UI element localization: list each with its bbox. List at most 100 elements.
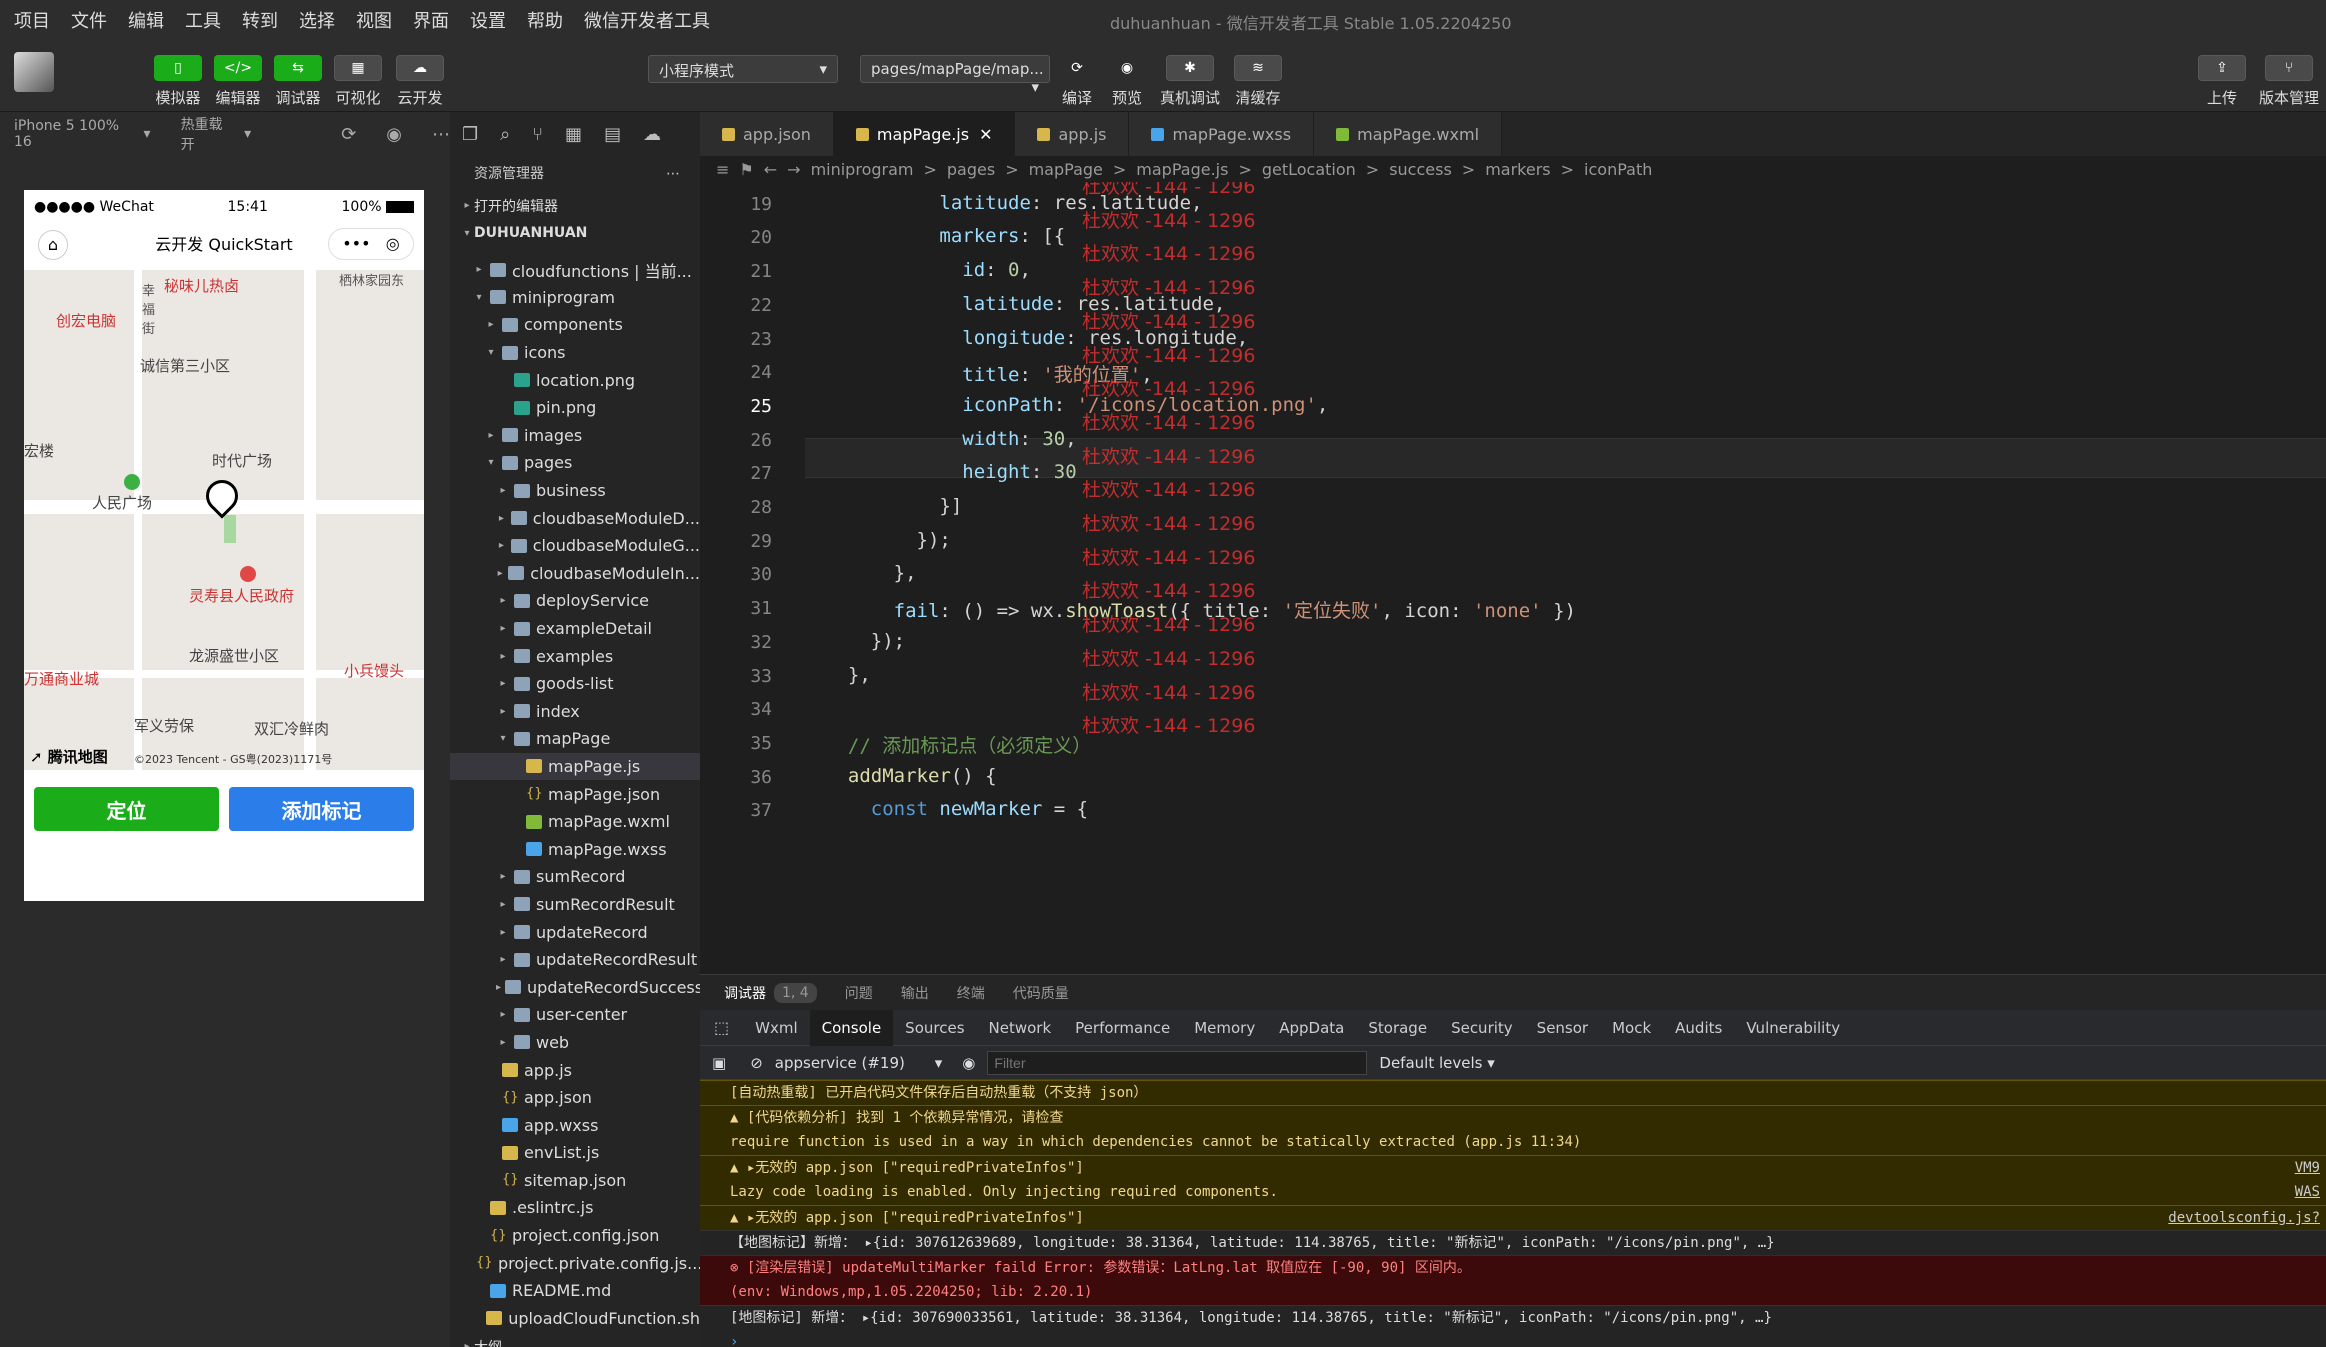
- issue-count-badge[interactable]: 1, 4: [774, 982, 817, 1003]
- search-icon[interactable]: ⌕: [500, 124, 510, 145]
- file-item[interactable]: pin.png: [450, 394, 700, 422]
- folder-item[interactable]: ▸ sumRecord: [450, 863, 700, 891]
- avatar[interactable]: [14, 52, 54, 92]
- folder-item[interactable]: ▸ cloudfunctions | 当前...: [450, 256, 700, 284]
- menu-item[interactable]: 微信开发者工具: [584, 7, 710, 33]
- eye-icon[interactable]: ◉: [962, 1054, 975, 1072]
- file-item[interactable]: {} project.config.json: [450, 1222, 700, 1250]
- mode-select[interactable]: 小程序模式 ▾: [648, 55, 838, 83]
- folder-item[interactable]: ▸ cloudbaseModuleD...: [450, 504, 700, 532]
- source-link[interactable]: VM9: [2295, 1156, 2320, 1180]
- menu-item[interactable]: 转到: [242, 7, 278, 33]
- source-link[interactable]: devtoolsconfig.js?: [2168, 1206, 2320, 1230]
- folder-item[interactable]: ▸ deployService: [450, 587, 700, 615]
- devtools-tab[interactable]: Console: [809, 1009, 894, 1046]
- list-icon[interactable]: ≡: [716, 160, 729, 179]
- folder-item[interactable]: ▸ exampleDetail: [450, 615, 700, 643]
- breadcrumb-item[interactable]: getLocation: [1262, 160, 1356, 179]
- folder-item[interactable]: ▾ pages: [450, 449, 700, 477]
- devtools-tab[interactable]: Sensor: [1525, 1010, 1600, 1046]
- menu-item[interactable]: 界面: [413, 7, 449, 33]
- devtools-tab[interactable]: Network: [977, 1010, 1064, 1046]
- project-root[interactable]: ▾ DUHUANHUAN: [450, 220, 700, 248]
- debug-tab[interactable]: 问题: [845, 983, 873, 1003]
- more-icon[interactable]: ⋯: [666, 156, 680, 192]
- outline-section[interactable]: ▸大纲: [460, 1333, 502, 1347]
- version-button[interactable]: ⑂ 版本管理: [2256, 55, 2322, 108]
- cloud-button[interactable]: ☁ 云开发: [390, 55, 450, 108]
- file-item[interactable]: uploadCloudFunction.sh: [450, 1305, 700, 1333]
- devtools-tab[interactable]: Sources: [893, 1010, 976, 1046]
- page-select[interactable]: pages/mapPage/map... ▾: [860, 55, 1050, 96]
- tab-app-json[interactable]: app.json: [700, 112, 834, 156]
- hotreload-toggle[interactable]: 热重载 开: [181, 114, 241, 154]
- folder-item[interactable]: ▸ updateRecord: [450, 918, 700, 946]
- extensions-icon[interactable]: ▦: [565, 124, 582, 145]
- home-icon[interactable]: ⌂: [38, 230, 68, 260]
- tab-app-js[interactable]: app.js: [1015, 112, 1130, 156]
- sidebar-toggle-icon[interactable]: ▣: [700, 1054, 738, 1072]
- context-select[interactable]: appservice (#19): [775, 1054, 935, 1072]
- file-item[interactable]: mapPage.wxml: [450, 808, 700, 836]
- panel-icon[interactable]: ▤: [604, 124, 621, 145]
- menu-item[interactable]: 视图: [356, 7, 392, 33]
- source-link[interactable]: WAS: [2295, 1180, 2320, 1205]
- folder-item[interactable]: ▾ mapPage: [450, 725, 700, 753]
- folder-item[interactable]: ▾ icons: [450, 339, 700, 367]
- tab-mapPage-js[interactable]: mapPage.js ✕: [833, 112, 1016, 156]
- menu-item[interactable]: 工具: [185, 7, 221, 33]
- add-marker-button[interactable]: 添加标记: [229, 787, 414, 831]
- file-item[interactable]: {} mapPage.json: [450, 780, 700, 808]
- folder-item[interactable]: ▸ updateRecordResult: [450, 946, 700, 974]
- debug-tab[interactable]: 代码质量: [1013, 983, 1069, 1003]
- breadcrumb-item[interactable]: markers: [1485, 160, 1550, 179]
- file-item[interactable]: .eslintrc.js: [450, 1194, 700, 1222]
- stop-icon[interactable]: ◉: [386, 124, 402, 145]
- breadcrumb-item[interactable]: mapPage.js: [1136, 160, 1228, 179]
- file-item[interactable]: app.wxss: [450, 1111, 700, 1139]
- code-editor[interactable]: longitude: res.longitude, 19 latitude: re…: [700, 182, 2326, 974]
- device-select[interactable]: iPhone 5 100% 16: [14, 118, 140, 150]
- file-item[interactable]: {} project.private.config.js...: [450, 1249, 700, 1277]
- folder-item[interactable]: ▸ cloudbaseModuleG...: [450, 532, 700, 560]
- source-control-icon[interactable]: ⑂: [532, 124, 543, 145]
- preview-button[interactable]: ◉ 预览: [1097, 55, 1157, 108]
- file-item[interactable]: {} sitemap.json: [450, 1167, 700, 1195]
- levels-select[interactable]: Default levels ▾: [1379, 1054, 1494, 1072]
- menu-item[interactable]: 设置: [470, 7, 506, 33]
- tab-mapPage-wxss[interactable]: mapPage.wxss: [1129, 112, 1315, 156]
- file-item[interactable]: mapPage.wxss: [450, 835, 700, 863]
- files-icon[interactable]: ❐: [462, 124, 478, 145]
- debug-tab[interactable]: 调试器: [724, 983, 766, 1003]
- folder-item[interactable]: ▸ business: [450, 477, 700, 505]
- devtools-tab[interactable]: Storage: [1356, 1010, 1439, 1046]
- map-view[interactable]: 秘味儿热卤 创宏电脑 幸福街 诚信第三小区 宏楼 时代广场 人民广场 灵寿县人民…: [24, 270, 424, 770]
- folder-item[interactable]: ▸ updateRecordSuccess: [450, 973, 700, 1001]
- folder-item[interactable]: ▸ images: [450, 422, 700, 450]
- filter-input[interactable]: [987, 1050, 1368, 1075]
- clear-cache-button[interactable]: ≋ 清缓存: [1228, 55, 1288, 108]
- folder-item[interactable]: ▸ index: [450, 698, 700, 726]
- devtools-tab[interactable]: Performance: [1063, 1010, 1182, 1046]
- folder-item[interactable]: ▸ sumRecordResult: [450, 891, 700, 919]
- file-item[interactable]: envList.js: [450, 1139, 700, 1167]
- breadcrumb-item[interactable]: miniprogram: [811, 160, 914, 179]
- capsule-menu[interactable]: ••• ◎: [328, 228, 414, 260]
- cloud-icon[interactable]: ☁: [643, 124, 661, 145]
- forward-icon[interactable]: →: [787, 160, 800, 179]
- breadcrumb-item[interactable]: success: [1389, 160, 1452, 179]
- folder-item[interactable]: ▸ goods-list: [450, 670, 700, 698]
- menu-item[interactable]: 文件: [71, 7, 107, 33]
- menu-item[interactable]: 帮助: [527, 7, 563, 33]
- folder-item[interactable]: ▸ cloudbaseModuleIn...: [450, 560, 700, 588]
- folder-item[interactable]: ▸ user-center: [450, 1001, 700, 1029]
- devtools-tab[interactable]: Security: [1439, 1010, 1525, 1046]
- devtools-tab[interactable]: Memory: [1182, 1010, 1267, 1046]
- file-item[interactable]: mapPage.js: [450, 752, 700, 781]
- breadcrumb-item[interactable]: pages: [947, 160, 995, 179]
- menu-item[interactable]: 选择: [299, 7, 335, 33]
- breadcrumb-item[interactable]: mapPage: [1029, 160, 1103, 179]
- bookmark-icon[interactable]: ⚑: [739, 160, 753, 179]
- devtools-tab[interactable]: Audits: [1663, 1010, 1734, 1046]
- menu-item[interactable]: 编辑: [128, 7, 164, 33]
